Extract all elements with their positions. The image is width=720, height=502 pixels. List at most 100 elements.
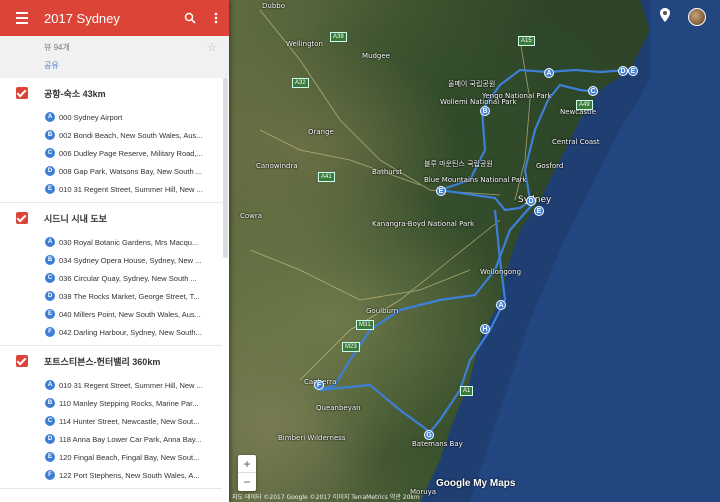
place-label: Kanangra-Boyd National Park (372, 220, 475, 228)
place-label: Canowindra (256, 162, 298, 170)
layer-header[interactable]: 시드니 시내 도보 (0, 203, 222, 233)
zoom-in-button[interactable]: + (238, 455, 256, 473)
map-marker[interactable]: A (496, 300, 506, 310)
list-item[interactable]: C 006 Dudley Page Reserve, Military Road,… (0, 144, 222, 162)
highway-shield: A41 (318, 172, 335, 182)
layer-section: 공항-숙소 43km A 000 Sydney Airport B 002 Bond… (0, 78, 222, 203)
list-item[interactable]: E 040 Millers Point, New South Wales, Aus… (0, 305, 222, 323)
place-label: Yengo National Park (482, 92, 552, 100)
layer-checkbox[interactable] (16, 212, 28, 224)
list-item[interactable]: B 002 Bondi Beach, New South Wales, Aus..… (0, 126, 222, 144)
marker-badge: E (45, 452, 55, 462)
place-label: Queanbeyan (316, 404, 361, 412)
item-label: 010 31 Regent Street, Summer Hill, New .… (59, 184, 203, 194)
layer-header[interactable]: 포트스티븐스-헌터밸리 360km (0, 346, 222, 376)
map-marker[interactable]: E (436, 186, 446, 196)
highway-shield: A49 (576, 100, 593, 110)
highway-shield: A39 (330, 32, 347, 42)
list-item[interactable]: F 042 Darling Harbour, Sydney, New South.… (0, 323, 222, 341)
map-marker[interactable]: E (534, 206, 544, 216)
place-label: 울메이 국립공원 (448, 80, 496, 88)
list-item[interactable]: A 030 Royal Botanic Gardens, Mrs Macqu... (0, 233, 222, 251)
list-item[interactable]: B 034 Sydney Opera House, Sydney, New ... (0, 251, 222, 269)
map-marker[interactable]: E (628, 66, 638, 76)
place-label: Goulburn (366, 307, 399, 315)
place-label: Wollongong (480, 268, 522, 276)
account-avatar[interactable] (688, 8, 706, 26)
map-marker[interactable]: D (526, 196, 536, 206)
list-item[interactable]: B 110 Manley Stepping Rocks, Marine Par..… (0, 394, 222, 412)
marker-badge: A (45, 112, 55, 122)
zoom-control: + − (238, 455, 256, 491)
layer-header[interactable]: 공항-숙소 43km (0, 78, 222, 108)
list-item[interactable]: D 118 Anna Bay Lower Car Park, Anna Bay..… (0, 430, 222, 448)
more-vert-icon[interactable] (203, 0, 229, 36)
highway-shield: A15 (518, 36, 535, 46)
marker-badge: D (45, 166, 55, 176)
highway-shield: A1 (460, 386, 474, 396)
place-label: Gosford (536, 162, 564, 170)
zoom-out-button[interactable]: − (238, 473, 256, 491)
map-marker[interactable]: B (480, 106, 490, 116)
layer-checkbox[interactable] (16, 355, 28, 367)
layer-section: 시드니 시내 도보 A 030 Royal Botanic Gardens, Mr… (0, 203, 222, 346)
item-label: 034 Sydney Opera House, Sydney, New ... (59, 255, 202, 265)
item-label: 002 Bondi Beach, New South Wales, Aus... (59, 130, 203, 140)
item-label: 040 Millers Point, New South Wales, Aus.… (59, 309, 201, 319)
list-item[interactable]: D 008 Gap Park, Watsons Bay, New South ..… (0, 162, 222, 180)
item-label: 114 Hunter Street, Newcastle, New Sout..… (59, 416, 200, 426)
layer-section: 포트스티븐스-헌터밸리 360km A 010 31 Regent Street,… (0, 346, 222, 489)
marker-badge: C (45, 273, 55, 283)
share-link[interactable]: 공유 (44, 60, 219, 71)
layer-title: 공항-숙소 43km (44, 88, 106, 99)
marker-badge: B (45, 130, 55, 140)
place-label: Bathurst (372, 168, 402, 176)
marker-badge: C (45, 416, 55, 426)
scrollbar[interactable] (223, 78, 228, 258)
map-info: 뷰 94개 공유 ☆ (0, 36, 229, 78)
list-item[interactable]: D 038 The Rocks Market, George Street, T.… (0, 287, 222, 305)
layer-checkbox[interactable] (16, 87, 28, 99)
map-marker[interactable]: A (544, 68, 554, 78)
star-icon[interactable]: ☆ (207, 41, 217, 54)
place-label: Mudgee (362, 52, 390, 60)
layer-title: 포트스티븐스-헌터밸리 360km (44, 356, 161, 367)
item-label: 118 Anna Bay Lower Car Park, Anna Bay... (59, 434, 202, 444)
list-item[interactable]: E 010 31 Regent Street, Summer Hill, New … (0, 180, 222, 198)
map-marker[interactable]: G (424, 430, 434, 440)
item-label: 000 Sydney Airport (59, 112, 123, 122)
search-icon[interactable] (177, 0, 203, 36)
marker-badge: B (45, 398, 55, 408)
place-label: Wellington (286, 40, 323, 48)
place-label: Dubbo (262, 2, 285, 10)
layer-title: 시드니 시내 도보 (44, 213, 107, 224)
location-pin-icon[interactable] (660, 8, 670, 22)
list-item[interactable]: A 010 31 Regent Street, Summer Hill, New … (0, 376, 222, 394)
marker-badge: A (45, 237, 55, 247)
marker-badge: E (45, 309, 55, 319)
place-label: Cowra (240, 212, 263, 220)
map-marker[interactable]: D (618, 66, 628, 76)
map-marker[interactable]: C (588, 86, 598, 96)
marker-badge: F (45, 470, 55, 480)
list-item[interactable]: C 114 Hunter Street, Newcastle, New Sout.… (0, 412, 222, 430)
panel-header: 2017 Sydney (0, 0, 229, 36)
marker-badge: D (45, 291, 55, 301)
list-item[interactable]: C 036 Circular Quay, Sydney, New South ..… (0, 269, 222, 287)
map-marker[interactable]: H (480, 324, 490, 334)
list-item[interactable]: E 120 Fingal Beach, Fingal Bay, New Sout.… (0, 448, 222, 466)
google-my-maps-logo: Google My Maps (436, 478, 516, 489)
place-label: Orange (308, 128, 334, 136)
side-panel: 2017 Sydney 뷰 94개 공유 ☆ 공항-숙소 43km A 000 S… (0, 0, 229, 502)
map-attribution[interactable]: 지도 데이터 ©2017 Google ©2017 이미지 TerraMetri… (232, 492, 420, 501)
hamburger-icon[interactable] (0, 0, 44, 36)
marker-badge: F (45, 327, 55, 337)
map-title[interactable]: 2017 Sydney (44, 11, 177, 26)
item-label: 120 Fingal Beach, Fingal Bay, New Sout..… (59, 452, 200, 462)
list-item[interactable]: F 122 Port Stephens, New South Wales, A..… (0, 466, 222, 484)
highway-shield: M31 (356, 320, 374, 330)
place-label: 블루 마운틴스 국립공원 (424, 160, 493, 168)
item-label: 122 Port Stephens, New South Wales, A... (59, 470, 200, 480)
list-item[interactable]: A 000 Sydney Airport (0, 108, 222, 126)
map-marker[interactable]: F (314, 380, 324, 390)
